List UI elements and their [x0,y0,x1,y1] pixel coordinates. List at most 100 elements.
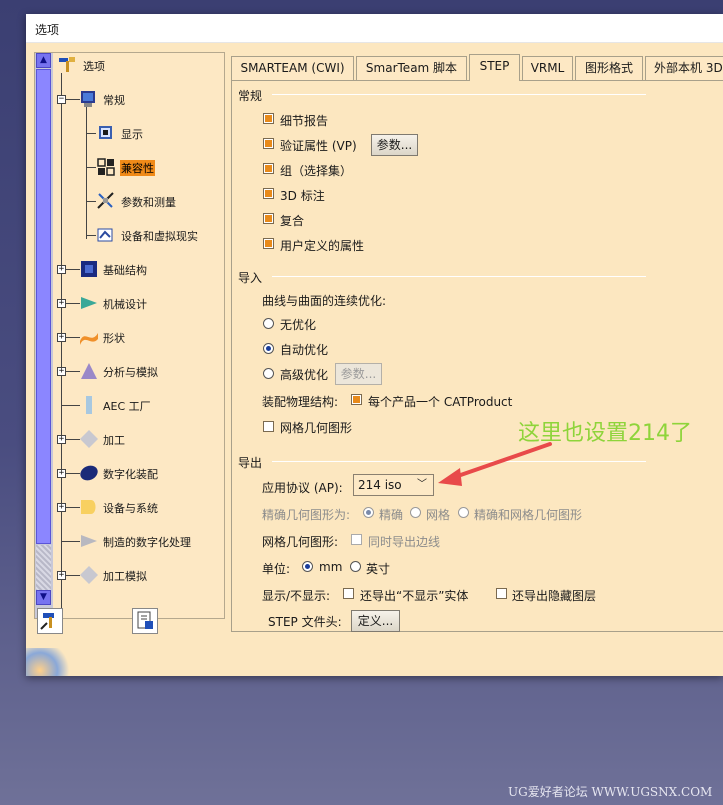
options-dialog: 选项 ▲ ▼ 选项 − 常规 显示 兼容性 参数和测量 设备和虚拟现实 + 基础… [26,14,723,676]
section-divider [272,94,646,95]
tab-step[interactable]: STEP [469,54,520,81]
collapse-toggle[interactable]: − [57,95,66,104]
detail-report-label: 细节报告 [280,114,329,128]
general-icon [81,91,95,107]
exact-and-mesh-radio[interactable] [458,507,469,518]
tab-external-native-3d[interactable]: 外部本机 3D [645,56,723,80]
tree-guide-line [87,235,96,236]
compatibility-icon [97,158,115,176]
lock-document-icon [137,611,153,629]
ap-dropdown[interactable]: 214 iso ﹀ [353,474,434,496]
user-props-label: 用户定义的属性 [280,239,365,253]
tree-item-general[interactable]: − 常规 [55,89,215,109]
expand-toggle[interactable]: + [57,503,66,512]
chevron-down-icon: ﹀ [417,479,427,490]
tree-item-machining-simulation[interactable]: + 加工模拟 [55,565,220,585]
expand-toggle[interactable]: + [57,299,66,308]
options-root-icon [59,57,75,72]
tree-item-machining[interactable]: + 加工 [55,429,220,449]
options-tree: ▲ ▼ 选项 − 常规 显示 兼容性 参数和测量 设备和虚拟现实 + 基础结构 … [34,52,225,619]
auto-optimization-radio[interactable] [263,343,274,354]
tree-guide-line [66,473,80,474]
tree-item-aec-plant[interactable]: AEC 工厂 [55,395,220,415]
validation-props-checkbox[interactable] [263,138,274,149]
composites-checkbox[interactable] [263,213,274,224]
expand-toggle[interactable]: + [57,265,66,274]
export-section-title: 导出 [238,456,263,470]
tree-item-shape[interactable]: + 形状 [55,327,220,347]
tree-label: 设备与系统 [103,502,158,515]
tree-guide-line [66,99,80,100]
export-edges-checkbox[interactable] [351,534,362,545]
import-mesh-geometry-checkbox[interactable] [263,421,274,432]
tree-guide-line [66,507,80,508]
tree-guide-line [87,133,96,134]
tree-label: 数字化装配 [103,468,158,481]
auto-optimization-label: 自动优化 [280,343,329,357]
step-header-label: STEP 文件头: [268,615,342,629]
assembly-structure-label: 装配物理结构: [262,395,339,409]
tree-item-compatibility[interactable]: 兼容性 [87,157,217,177]
tab-smarteam-script[interactable]: SmarTeam 脚本 [356,56,467,80]
scroll-thumb[interactable] [36,69,51,544]
expand-toggle[interactable]: + [57,367,66,376]
tab-smarteam-cwi[interactable]: SMARTEAM (CWI) [231,56,354,80]
user-props-checkbox[interactable] [263,238,274,249]
tree-guide-line [66,575,80,576]
annotation-3d-checkbox[interactable] [263,188,274,199]
expand-toggle[interactable]: + [57,333,66,342]
dialog-title: 选项 [35,23,60,37]
vp-params-button[interactable]: 参数... [371,134,418,156]
lock-options-button[interactable] [132,608,158,634]
tree-item-devices-vr[interactable]: 设备和虚拟现实 [87,225,222,245]
scroll-down-button[interactable]: ▼ [36,590,51,605]
tree-label: AEC 工厂 [103,400,151,413]
tab-graphics-formats[interactable]: 图形格式 [575,56,643,80]
advanced-optimization-radio[interactable] [263,368,274,379]
tree-guide-line [87,167,96,168]
define-header-button[interactable]: 定义... [351,610,400,632]
tree-guide-line [66,269,80,270]
export-edges-label: 同时导出边线 [368,535,441,549]
expand-toggle[interactable]: + [57,571,66,580]
tree-item-equipment-systems[interactable]: + 设备与系统 [55,497,220,517]
unit-mm-radio[interactable] [302,561,313,572]
reset-options-button[interactable] [37,608,63,634]
tree-label: 制造的数字化处理 [103,536,191,549]
exact-and-mesh-label: 精确和网格几何图形 [474,508,583,522]
detail-report-checkbox[interactable] [263,113,274,124]
tree-scrollbar[interactable]: ▲ ▼ [35,53,53,618]
expand-toggle[interactable]: + [57,469,66,478]
exact-radio[interactable] [363,507,374,518]
no-optimization-radio[interactable] [263,318,274,329]
import-mesh-geometry-label: 网格几何图形 [280,421,353,435]
tree-item-mechanical-design[interactable]: + 机械设计 [55,293,220,313]
parameters-measure-icon [97,192,114,209]
tree-item-display[interactable]: 显示 [87,123,217,143]
machining-icon [80,430,98,448]
show-noshow-label: 显示/不显示: [262,589,331,603]
unit-inch-radio[interactable] [350,561,361,572]
expand-toggle[interactable]: + [57,435,66,444]
tab-vrml[interactable]: VRML [522,56,573,80]
groups-checkbox[interactable] [263,163,274,174]
tree-item-infrastructure[interactable]: + 基础结构 [55,259,220,279]
ap-dropdown-value: 214 iso [358,478,402,492]
ap-label: 应用协议 (AP): [262,481,343,495]
tree-label: 参数和测量 [121,196,176,209]
scroll-up-button[interactable]: ▲ [36,53,51,68]
per-product-checkbox[interactable] [351,394,362,405]
annotation-3d-label: 3D 标注 [280,189,325,203]
tree-item-options[interactable]: 选项 [57,55,217,75]
export-hidden-layers-checkbox[interactable] [496,588,507,599]
tree-item-parameters-measure[interactable]: 参数和测量 [87,191,217,211]
general-section-title: 常规 [238,89,263,103]
mesh-radio[interactable] [410,507,421,518]
tree-item-analysis-simulation[interactable]: + 分析与模拟 [55,361,220,381]
tree-item-digital-mockup[interactable]: + 数字化装配 [55,463,220,483]
advanced-params-button[interactable]: 参数... [335,363,382,385]
tree-label: 常规 [103,94,125,107]
tree-label: 设备和虚拟现实 [121,230,198,243]
tree-item-digital-manufacturing[interactable]: 制造的数字化处理 [55,531,223,551]
export-noshow-checkbox[interactable] [343,588,354,599]
